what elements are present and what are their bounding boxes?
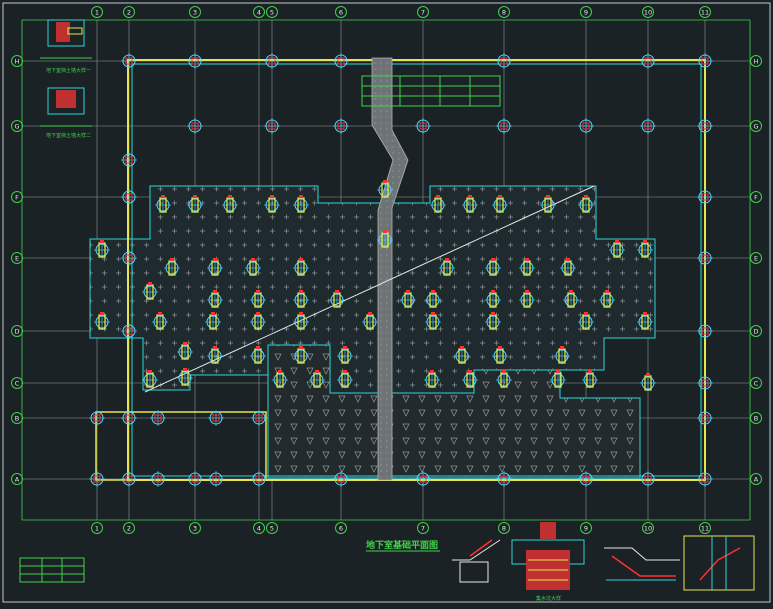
detail-d [683,535,755,591]
axis-label-col: 1 [95,9,99,17]
column-pile [208,471,224,487]
axis-label-col: 9 [584,525,588,533]
detail-c [604,547,680,581]
axis-label-col: 6 [339,9,343,17]
foundation-pile [582,370,598,388]
column-pile [333,53,349,69]
detail-caption: 集水坑大样 [536,595,561,602]
column-pile [89,471,105,487]
axis-label-col: 5 [270,525,274,533]
column-pile [697,471,713,487]
wall-detail-1 [40,19,92,59]
axis-label-row: A [15,476,20,484]
axis-label-col: 1 [95,525,99,533]
wall-detail-2 [40,87,92,127]
side-note-2: 地下室挡土墙大样二 [46,132,91,139]
axis-label-row: A [754,476,759,484]
axis-label-col: 4 [257,9,261,17]
axis-label-row: C [15,380,20,388]
axis-label-col: 11 [701,9,709,17]
axis-label-row: D [14,328,19,336]
sump-detail [511,522,585,590]
column-pile [697,189,713,205]
column-pile [121,152,137,168]
axis-label-col: 7 [421,525,425,533]
column-pile [150,471,166,487]
axis-label-row: C [754,380,759,388]
axis-label-row: F [754,194,758,202]
column-pile [251,471,267,487]
axis-label-col: 2 [127,525,131,533]
axis-label-col: 7 [421,9,425,17]
axis-label-row: G [753,123,758,131]
axis-label-row: E [15,255,19,263]
axis-label-row: H [15,58,20,66]
axis-label-col: 3 [193,525,197,533]
axis-label-col: 10 [644,9,652,17]
column-pile [121,471,137,487]
column-pile [415,118,431,134]
column-pile [697,375,713,391]
column-pile [496,118,512,134]
column-pile [187,118,203,134]
column-pile [640,53,656,69]
column-pile [187,471,203,487]
column-pile [697,250,713,266]
axis-label-row: B [15,415,19,423]
column-pile [264,118,280,134]
drawing-title: 地下室基础平面图 [366,539,438,551]
axis-label-col: 2 [127,9,131,17]
column-pile [578,118,594,134]
foundation-pile [640,373,656,391]
axis-label-row: E [754,255,758,263]
foundation-plan-svg: 11223344556677889910101111H HG GF FE ED DC CB B… [2,2,771,603]
detail-a [452,539,501,583]
cad-drawing-canvas: 1 1 2 2 3 3 4 4 5 5 6 6 7 7 8 8 9 9 10 10 11 11 H H G G F F E E D D C C B B… [0,0,773,605]
column-pile [187,53,203,69]
axis-label-col: 11 [701,525,709,533]
column-pile [697,118,713,134]
axis-label-row: H [754,58,759,66]
axis-label-col: 5 [270,9,274,17]
column-pile [121,189,137,205]
column-pile [697,53,713,69]
axis-label-row: F [15,194,19,202]
axis-label-col: 3 [193,9,197,17]
column-pile [496,53,512,69]
axis-label-row: B [754,415,758,423]
legend-table [19,557,85,583]
axis-label-row: D [753,328,758,336]
column-pile [640,471,656,487]
annex-wall [95,411,267,481]
column-pile [697,410,713,426]
side-note-1: 地下室挡土墙大样一 [46,67,91,74]
axis-label-col: 8 [502,525,506,533]
axis-label-col: 8 [502,9,506,17]
column-pile [264,53,280,69]
axis-label-col: 10 [644,525,652,533]
axis-label-col: 4 [257,525,261,533]
column-pile [333,118,349,134]
axis-label-row: G [14,123,19,131]
column-pile [121,53,137,69]
axis-label-col: 6 [339,525,343,533]
axis-label-col: 9 [584,9,588,17]
column-pile [697,323,713,339]
column-pile [640,118,656,134]
